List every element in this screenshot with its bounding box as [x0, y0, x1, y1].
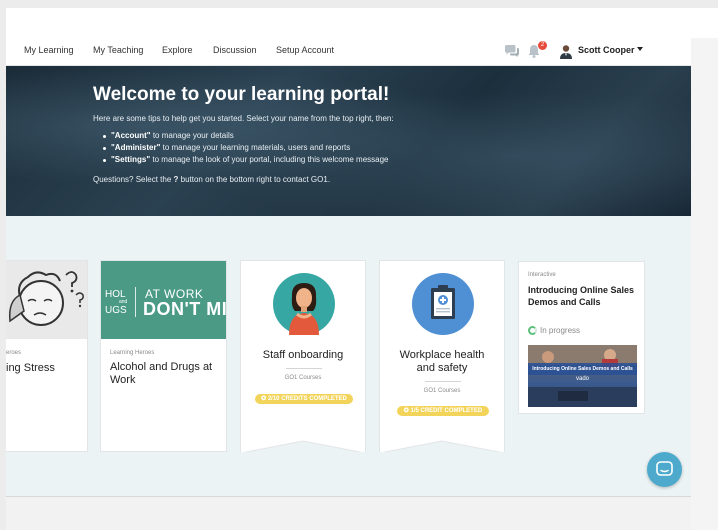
avatar[interactable] — [559, 44, 573, 59]
credits-badge: ✪ 1/5 CREDIT COMPLETED — [397, 406, 489, 416]
tip-text: to manage the look of your portal, inclu… — [150, 155, 389, 164]
course-title[interactable]: Workplace health and safety — [380, 349, 504, 375]
course-provider: Learning Heroes — [110, 350, 155, 356]
tip-term: "Settings" — [111, 155, 151, 164]
check-icon: ✪ — [261, 396, 268, 402]
tip-term: "Account" — [111, 131, 151, 140]
status-badge: In progress — [528, 326, 580, 335]
nav-my-teaching[interactable]: My Teaching — [93, 45, 143, 55]
ribbon-edge — [243, 440, 363, 452]
course-card-alcohol-drugs[interactable]: HOL and UGS AT WORK DON'T MI Learning He… — [100, 260, 227, 452]
course-card-stress[interactable]: eroes ing Stress — [6, 260, 88, 452]
status-text: In progress — [540, 326, 581, 335]
tip-text: to manage your learning materials, users… — [160, 143, 351, 152]
course-icon — [412, 273, 474, 335]
course-title[interactable]: Staff onboarding — [241, 349, 365, 362]
tip-item: "Administer" to manage your learning mat… — [103, 142, 389, 154]
nav-my-learning[interactable]: My Learning — [24, 45, 74, 55]
divider — [425, 381, 461, 382]
nav-setup-account[interactable]: Setup Account — [276, 45, 334, 55]
notification-badge: 2 — [538, 41, 547, 50]
banner-intro: Here are some tips to help get you start… — [93, 114, 394, 123]
course-icon — [273, 273, 335, 335]
thumbnail-title: Introducing Online Sales Demos and Calls — [528, 363, 637, 375]
tip-term: "Administer" — [111, 143, 161, 152]
course-card-staff-onboarding[interactable]: Staff onboarding GO1 Courses ✪ 2/10 CRED… — [240, 260, 366, 452]
clipboard-icon — [431, 285, 455, 319]
thumbnail-logo: vado — [575, 376, 589, 382]
credits-text: 1/5 CREDIT COMPLETED — [410, 408, 483, 414]
credits-text: 2/10 CREDITS COMPLETED — [267, 396, 347, 402]
nav-discussion[interactable]: Discussion — [213, 45, 257, 55]
chevron-down-icon[interactable] — [637, 47, 643, 51]
thumbnail-divider — [135, 287, 136, 317]
page-gutter — [691, 38, 718, 530]
help-chat-button[interactable] — [647, 452, 682, 487]
banner-question: Questions? Select the ? button on the bo… — [93, 175, 330, 184]
course-thumbnail — [6, 261, 87, 339]
user-name[interactable]: Scott Cooper — [578, 45, 635, 55]
check-icon: ✪ — [403, 408, 411, 414]
nav-explore[interactable]: Explore — [162, 45, 193, 55]
welcome-banner: Welcome to your learning portal! Here ar… — [6, 66, 691, 216]
person-icon — [289, 283, 319, 335]
course-card-workplace-health[interactable]: Workplace health and safety GO1 Courses … — [379, 260, 505, 452]
thumbnail-text: UGS — [105, 305, 127, 316]
course-thumbnail: Introducing Online Sales Demos and Calls… — [528, 345, 637, 407]
course-provider: GO1 Courses — [284, 375, 322, 381]
course-thumbnail: HOL and UGS AT WORK DON'T MI — [101, 261, 226, 339]
credits-badge: ✪ 2/10 CREDITS COMPLETED — [255, 394, 353, 404]
tip-item: "Account" to manage your details — [103, 130, 389, 142]
question-pre: Questions? Select the — [93, 175, 174, 184]
tips-list: "Account" to manage your details "Admini… — [103, 130, 389, 166]
footer-area — [6, 497, 691, 530]
thumbnail-text: DON'T MI — [143, 299, 226, 319]
course-title[interactable]: Alcohol and Drugs at Work — [110, 361, 222, 387]
top-navigation: My Learning My Teaching Explore Discussi… — [6, 38, 691, 66]
page-title: Welcome to your learning portal! — [93, 84, 390, 105]
course-title[interactable]: Introducing Online Sales Demos and Calls — [528, 284, 638, 308]
ribbon-edge — [382, 440, 502, 452]
question-post: button on the bottom right to contact GO… — [178, 175, 331, 184]
course-provider: eroes — [6, 350, 22, 356]
course-type: Interactive — [528, 272, 556, 278]
course-provider: GO1 Courses — [423, 388, 461, 394]
chat-icon[interactable] — [504, 44, 520, 58]
course-title[interactable]: ing Stress — [6, 362, 55, 375]
divider — [286, 368, 322, 369]
stressed-person-illustration — [6, 261, 87, 339]
course-card-online-sales[interactable]: Interactive Introducing Online Sales Dem… — [518, 261, 645, 414]
tip-item: "Settings" to manage the look of your po… — [103, 154, 389, 166]
tip-text: to manage your details — [150, 131, 234, 140]
progress-ring-icon — [528, 326, 537, 335]
chat-bubble-icon — [656, 461, 673, 476]
